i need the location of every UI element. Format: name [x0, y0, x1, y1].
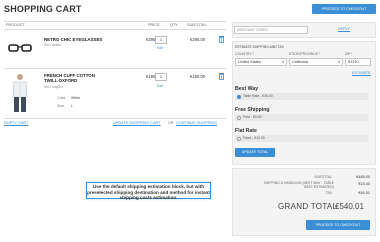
option-label: Color — [57, 96, 66, 100]
shipping-option-label: Table Rate - €45.00 — [243, 94, 273, 98]
shipping-label: SHIPPING & HANDLING (BEST WAY - TABLE RA… — [263, 181, 334, 189]
edit-link[interactable]: Edit — [157, 46, 163, 50]
country-value: United States — [238, 60, 261, 64]
estimate-heading: ESTIMATE SHIPPING AND TAX — [235, 45, 284, 49]
column-header-product: PRODUCT — [6, 23, 25, 27]
grand-total-value: €540.01 — [335, 202, 364, 211]
update-shopping-cart-link[interactable]: UPDATE SHOPPING CART — [113, 121, 161, 125]
product-name[interactable]: RETRO CHIC EYEGLASSES — [44, 37, 108, 42]
radio-selected-icon — [237, 94, 241, 99]
zip-label: ZIP * — [345, 52, 353, 56]
quantity-input[interactable]: 1 — [155, 73, 167, 81]
shipping-option-label: Fixed - €10.00 — [243, 136, 265, 140]
column-header-subtotal: SUBTOTAL — [187, 23, 207, 27]
shipping-option-best-way[interactable]: Table Rate - €45.00 — [235, 93, 368, 100]
shipping-value: €15.40 — [358, 182, 370, 186]
shipping-option-flat[interactable]: Fixed - €10.00 — [235, 135, 368, 142]
option-value: White — [71, 96, 81, 100]
discount-placeholder: DISCOUNT CODES — [237, 28, 268, 32]
proceed-to-checkout-button-bottom[interactable]: PROCEED TO CHECKOUT — [306, 220, 370, 230]
product-sku: SKU: acsao — [44, 43, 61, 47]
option-color: Color White — [57, 96, 80, 100]
apply-discount-link[interactable]: APPLY — [338, 27, 350, 31]
subtotal-label: SUBTOTAL — [314, 175, 332, 179]
tax-label: TAX — [325, 191, 332, 195]
eyeglasses-image — [8, 44, 32, 52]
chevron-down-icon: ▾ — [282, 60, 284, 64]
callout-annotation: Use the default shipping estimation bloc… — [86, 182, 211, 201]
state-select[interactable]: California ▾ — [289, 58, 343, 66]
product-sku: SKU: msj000 — [44, 85, 63, 89]
estimate-link[interactable]: ESTIMATE — [352, 71, 371, 75]
zip-input[interactable]: 91210 — [345, 58, 371, 66]
divider — [4, 118, 226, 119]
shipping-method-title: Free Shipping — [235, 107, 270, 113]
update-total-button[interactable]: UPDATE TOTAL — [235, 148, 275, 157]
country-select[interactable]: United States ▾ — [235, 58, 287, 66]
shipping-method-title: Best Way — [235, 86, 259, 92]
page-title: SHOPPING CART — [4, 4, 82, 14]
edit-link[interactable]: Edit — [157, 84, 163, 88]
empty-cart-link[interactable]: EMPTY CART — [4, 121, 28, 125]
trash-icon[interactable] — [218, 35, 225, 43]
option-label: Size — [57, 104, 64, 108]
column-header-price: PRICE — [148, 23, 160, 27]
product-name[interactable]: FRENCH CUFF COTTON TWILL OXFORD — [44, 73, 108, 83]
state-label: STATE/PROVINCE * — [289, 52, 321, 56]
or-separator: OR — [168, 121, 174, 125]
divider — [4, 68, 226, 69]
subtotal-value: €485.00 — [356, 175, 370, 179]
proceed-to-checkout-button-top[interactable]: PROCEED TO CHECKOUT — [312, 4, 376, 14]
chevron-down-icon: ▾ — [338, 60, 340, 64]
option-value: L — [71, 104, 73, 108]
shipping-method-title: Flat Rate — [235, 128, 257, 134]
state-value: California — [292, 60, 309, 64]
radio-icon — [237, 115, 241, 120]
quantity-input[interactable]: 1 — [155, 36, 167, 44]
grand-total-label: GRAND TOTAL — [278, 202, 338, 211]
radio-icon — [237, 136, 241, 141]
shipping-option-label: Free - €0.00 — [243, 115, 262, 119]
shirt-model-image — [12, 74, 28, 112]
country-label: COUNTRY * — [235, 52, 254, 56]
shipping-option-free[interactable]: Free - €0.00 — [235, 114, 368, 121]
divider — [4, 21, 226, 22]
product-subtotal: €295.00 — [190, 37, 206, 42]
continue-shopping-link[interactable]: CONTINUE SHOPPING — [176, 121, 217, 125]
trash-icon[interactable] — [218, 72, 225, 80]
divider — [4, 29, 226, 30]
discount-code-input[interactable]: DISCOUNT CODES — [234, 26, 308, 34]
product-subtotal: €190.00 — [190, 74, 206, 79]
column-header-qty: QTY — [170, 23, 178, 27]
option-size: Size L — [57, 104, 73, 108]
tax-value: €40.01 — [358, 191, 370, 195]
